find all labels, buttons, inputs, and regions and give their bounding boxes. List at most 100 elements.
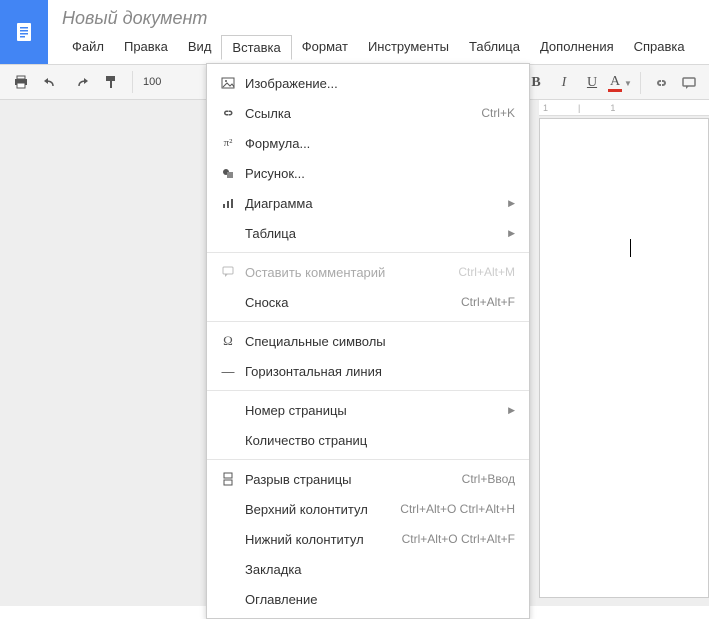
underline-button[interactable]: U	[580, 71, 604, 95]
menu-item-page-break[interactable]: Разрыв страницы Ctrl+Ввод	[207, 464, 529, 494]
undo-button[interactable]	[38, 69, 64, 95]
menu-item-hr[interactable]: — Горизонтальная линия	[207, 356, 529, 386]
menu-view[interactable]: Вид	[178, 35, 222, 60]
menu-item-page-count[interactable]: Количество страниц	[207, 425, 529, 455]
menu-label: Рисунок...	[239, 166, 515, 181]
menu-edit[interactable]: Правка	[114, 35, 178, 60]
redo-icon	[73, 74, 89, 90]
menu-label: Горизонтальная линия	[239, 364, 515, 379]
italic-button[interactable]: I	[552, 71, 576, 95]
menu-item-toc[interactable]: Оглавление	[207, 584, 529, 614]
menu-item-footnote[interactable]: Сноска Ctrl+Alt+F	[207, 287, 529, 317]
paint-format-button[interactable]	[98, 69, 124, 95]
menu-format[interactable]: Формат	[292, 35, 358, 60]
menu-label: Оставить комментарий	[239, 265, 458, 280]
menu-item-drawing[interactable]: Рисунок...	[207, 158, 529, 188]
menu-label: Диаграмма	[239, 196, 508, 211]
undo-icon	[43, 74, 59, 90]
menu-file[interactable]: Файл	[62, 35, 114, 60]
menu-item-equation[interactable]: π² Формула...	[207, 128, 529, 158]
menu-item-table[interactable]: Таблица ▶	[207, 218, 529, 248]
insert-link-button[interactable]	[649, 71, 673, 95]
menu-label: Номер страницы	[239, 403, 508, 418]
menu-shortcut: Ctrl+Alt+M	[458, 265, 515, 279]
comment-icon	[681, 75, 697, 91]
menu-item-header[interactable]: Верхний колонтитул Ctrl+Alt+O Ctrl+Alt+H	[207, 494, 529, 524]
menu-label: Специальные символы	[239, 334, 515, 349]
menu-item-footer[interactable]: Нижний колонтитул Ctrl+Alt+O Ctrl+Alt+F	[207, 524, 529, 554]
hr-icon: —	[217, 364, 239, 379]
dropdown-icon: ▼	[624, 79, 632, 88]
separator	[640, 72, 641, 94]
bold-label: B	[531, 75, 540, 91]
menubar: Файл Правка Вид Вставка Формат Инструмен…	[62, 35, 699, 60]
text-color-swatch	[608, 89, 622, 92]
chart-icon	[217, 196, 239, 210]
menu-help[interactable]: Справка	[624, 35, 695, 60]
insert-comment-button[interactable]	[677, 71, 701, 95]
menu-shortcut: Ctrl+Alt+O Ctrl+Alt+F	[402, 532, 515, 546]
ruler-mark: |	[578, 103, 580, 113]
menu-label: Ссылка	[239, 106, 481, 121]
menu-label: Таблица	[239, 226, 508, 241]
doc-icon	[12, 20, 36, 44]
menu-item-link[interactable]: Ссылка Ctrl+K	[207, 98, 529, 128]
document-page[interactable]	[539, 118, 709, 598]
comment-icon	[217, 265, 239, 279]
menu-label: Изображение...	[239, 76, 515, 91]
submenu-arrow-icon: ▶	[508, 198, 515, 209]
text-cursor	[630, 239, 631, 257]
menu-item-page-number[interactable]: Номер страницы ▶	[207, 395, 529, 425]
redo-button[interactable]	[68, 69, 94, 95]
print-icon	[13, 74, 29, 90]
text-color-label: A	[610, 74, 620, 90]
menu-separator	[207, 321, 529, 322]
ruler-mark: 1	[543, 103, 548, 113]
paint-icon	[103, 74, 119, 90]
menu-item-special-chars[interactable]: Ω Специальные символы	[207, 326, 529, 356]
zoom-select[interactable]: 100	[139, 76, 165, 88]
menu-shortcut: Ctrl+K	[481, 106, 515, 120]
app-logo[interactable]	[0, 0, 48, 64]
print-button[interactable]	[8, 69, 34, 95]
menu-insert[interactable]: Вставка	[221, 35, 291, 60]
menu-label: Оглавление	[239, 592, 515, 607]
text-color-button[interactable]: A ▼	[608, 71, 632, 95]
menu-label: Закладка	[239, 562, 515, 577]
menu-label: Сноска	[239, 295, 461, 310]
menu-label: Формула...	[239, 136, 515, 151]
menu-shortcut: Ctrl+Ввод	[462, 472, 515, 486]
menu-item-chart[interactable]: Диаграмма ▶	[207, 188, 529, 218]
link-icon	[217, 106, 239, 120]
ruler-mark: 1	[610, 103, 615, 113]
drawing-icon	[217, 166, 239, 180]
menu-separator	[207, 459, 529, 460]
menu-item-bookmark[interactable]: Закладка	[207, 554, 529, 584]
menu-item-image[interactable]: Изображение...	[207, 68, 529, 98]
menu-table[interactable]: Таблица	[459, 35, 530, 60]
italic-label: I	[562, 75, 567, 91]
submenu-arrow-icon: ▶	[508, 405, 515, 416]
menu-item-comment: Оставить комментарий Ctrl+Alt+M	[207, 257, 529, 287]
equation-icon: π²	[217, 137, 239, 149]
image-icon	[217, 76, 239, 90]
menu-tools[interactable]: Инструменты	[358, 35, 459, 60]
link-icon	[653, 75, 669, 91]
menu-label: Нижний колонтитул	[239, 532, 402, 547]
insert-dropdown: Изображение... Ссылка Ctrl+K π² Формула.…	[206, 63, 530, 619]
menu-shortcut: Ctrl+Alt+O Ctrl+Alt+H	[400, 502, 515, 516]
separator	[132, 71, 133, 93]
submenu-arrow-icon: ▶	[508, 228, 515, 239]
omega-icon: Ω	[217, 333, 239, 349]
left-gutter	[0, 100, 48, 606]
menu-separator	[207, 390, 529, 391]
ruler[interactable]: 1 | 1	[539, 100, 709, 116]
menu-label: Разрыв страницы	[239, 472, 462, 487]
menu-addons[interactable]: Дополнения	[530, 35, 624, 60]
menu-shortcut: Ctrl+Alt+F	[461, 295, 515, 309]
page-break-icon	[217, 472, 239, 486]
menu-label: Количество страниц	[239, 433, 515, 448]
menu-label: Верхний колонтитул	[239, 502, 400, 517]
doc-title[interactable]: Новый документ	[62, 8, 699, 29]
menu-separator	[207, 252, 529, 253]
